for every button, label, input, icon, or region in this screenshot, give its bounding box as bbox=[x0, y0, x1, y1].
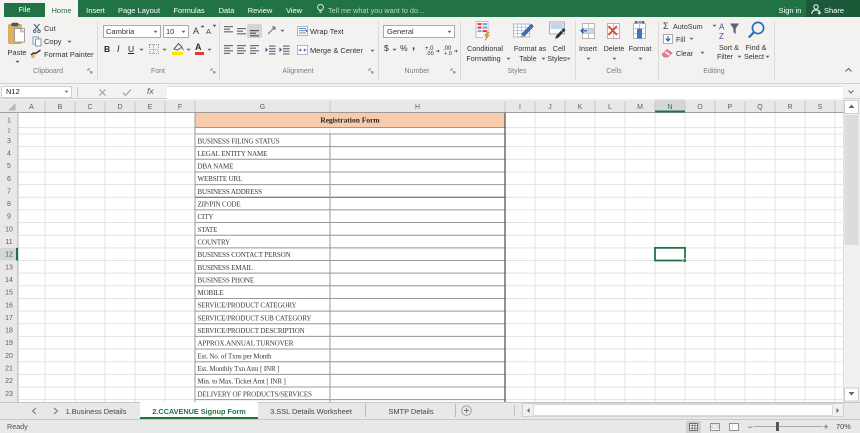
svg-text:BUSINESS FILING STATUS: BUSINESS FILING STATUS bbox=[198, 137, 280, 145]
svg-text:E: E bbox=[148, 104, 153, 111]
svg-text:Est. Monthly Txn Amt [ INR ]: Est. Monthly Txn Amt [ INR ] bbox=[198, 365, 280, 373]
svg-text:11: 11 bbox=[5, 239, 12, 246]
svg-text:Registration Form: Registration Form bbox=[320, 116, 380, 125]
svg-text:N: N bbox=[667, 104, 672, 111]
svg-text:15: 15 bbox=[5, 290, 13, 297]
svg-text:SERVICE/PRODUCT CATEGORY: SERVICE/PRODUCT CATEGORY bbox=[198, 302, 297, 310]
svg-text:4: 4 bbox=[7, 150, 11, 157]
svg-text:CITY: CITY bbox=[198, 213, 214, 221]
svg-text:19: 19 bbox=[5, 340, 13, 347]
svg-text:G: G bbox=[260, 104, 265, 111]
svg-text:L: L bbox=[608, 104, 612, 111]
svg-text:SERVICE/PRODUCT SUB CATEGORY: SERVICE/PRODUCT SUB CATEGORY bbox=[198, 314, 312, 322]
svg-text:5: 5 bbox=[7, 163, 11, 170]
svg-text:MOBILE: MOBILE bbox=[198, 289, 224, 297]
svg-text:BUSINESS ADDRESS: BUSINESS ADDRESS bbox=[198, 188, 263, 196]
svg-text:R: R bbox=[787, 104, 792, 111]
svg-text:16: 16 bbox=[5, 302, 13, 309]
svg-text:BUSINESS CONTACT PERSON: BUSINESS CONTACT PERSON bbox=[198, 251, 291, 259]
svg-text:Min. to Max. Ticket Amt [ INR: Min. to Max. Ticket Amt [ INR ] bbox=[198, 378, 286, 386]
svg-text:COUNTRY: COUNTRY bbox=[198, 238, 231, 246]
svg-text:10: 10 bbox=[5, 226, 13, 233]
svg-text:A: A bbox=[719, 23, 725, 32]
svg-text:14: 14 bbox=[5, 277, 13, 284]
svg-text:ZIP/PIN CODE: ZIP/PIN CODE bbox=[198, 201, 241, 209]
svg-text:O: O bbox=[697, 104, 703, 111]
svg-text:12: 12 bbox=[5, 252, 13, 259]
svg-text:C: C bbox=[87, 104, 92, 111]
svg-text:SERVICE/PRODUCT DESCRIPTION: SERVICE/PRODUCT DESCRIPTION bbox=[198, 327, 305, 335]
svg-text:1: 1 bbox=[7, 118, 11, 125]
svg-text:BUSINESS PHONE: BUSINESS PHONE bbox=[198, 276, 254, 284]
svg-text:DBA NAME: DBA NAME bbox=[198, 163, 234, 171]
svg-text:I: I bbox=[519, 104, 521, 111]
svg-text:Q: Q bbox=[757, 104, 763, 111]
svg-text:LEGAL ENTITY NAME: LEGAL ENTITY NAME bbox=[198, 150, 268, 158]
svg-text:.00: .00 bbox=[426, 51, 434, 55]
svg-text:7: 7 bbox=[7, 188, 11, 195]
svg-text:6: 6 bbox=[7, 176, 11, 183]
svg-text:21: 21 bbox=[5, 366, 13, 373]
svg-text:Z: Z bbox=[719, 32, 724, 41]
svg-text:F: F bbox=[178, 104, 182, 111]
svg-text:2: 2 bbox=[7, 129, 10, 135]
svg-text:20: 20 bbox=[5, 353, 13, 360]
svg-text:3: 3 bbox=[7, 138, 11, 145]
svg-text:P: P bbox=[728, 104, 733, 111]
svg-text:M: M bbox=[637, 104, 643, 111]
svg-text:APPROX.ANNUAL TURNOVER: APPROX.ANNUAL TURNOVER bbox=[198, 340, 294, 348]
svg-text:DELIVERY OF PRODUCTS/SERVICES: DELIVERY OF PRODUCTS/SERVICES bbox=[198, 390, 313, 398]
svg-text:B: B bbox=[58, 104, 63, 111]
svg-text:WEBSITE URL: WEBSITE URL bbox=[198, 175, 243, 183]
svg-text:STATE: STATE bbox=[198, 226, 218, 234]
svg-text:17: 17 bbox=[5, 315, 13, 322]
svg-text:BUSINESS EMAIL: BUSINESS EMAIL bbox=[198, 264, 253, 272]
svg-text:18: 18 bbox=[5, 328, 13, 335]
svg-text:S: S bbox=[818, 104, 823, 111]
svg-text:8: 8 bbox=[7, 201, 11, 208]
svg-text:J: J bbox=[548, 104, 552, 111]
svg-text:K: K bbox=[578, 104, 583, 111]
svg-text:Est. No. of Txns per Month: Est. No. of Txns per Month bbox=[198, 352, 273, 360]
svg-text:13: 13 bbox=[5, 264, 13, 271]
svg-text:9: 9 bbox=[7, 214, 11, 221]
svg-text:H: H bbox=[415, 104, 420, 111]
svg-text:23: 23 bbox=[5, 391, 13, 398]
svg-text:A: A bbox=[29, 104, 34, 111]
svg-text:D: D bbox=[117, 104, 122, 111]
svg-text:+.0: +.0 bbox=[444, 51, 452, 55]
svg-text:22: 22 bbox=[5, 378, 13, 385]
